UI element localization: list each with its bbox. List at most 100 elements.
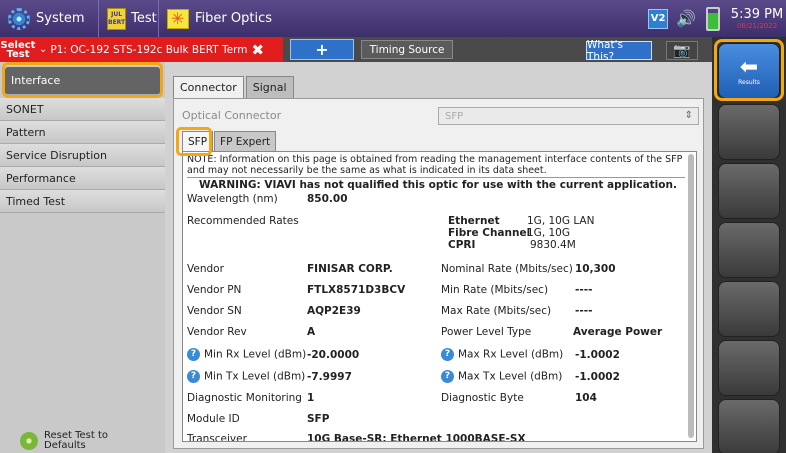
tab-connector[interactable]: Connector (173, 76, 244, 98)
wavelength-value: 850.00 (307, 193, 348, 205)
help-icon[interactable]: ? (441, 370, 454, 383)
sidebar-item-service-disruption[interactable]: Service Disruption (0, 144, 165, 167)
vendor-pn-value: FTLX8571D3BCV (307, 284, 406, 296)
bert-icon-top: JUL (111, 10, 123, 18)
min-tx-label: Min Tx Level (dBm) (204, 370, 306, 383)
module-id-value: SFP (307, 413, 330, 425)
main-panel: Connector Signal Optical Connector SFP ⇕… (165, 62, 712, 453)
fibre-channel-label: Fibre Channel (448, 227, 531, 239)
test-name: P1: OC-192 STS-192c Bulk BERT Term (50, 43, 248, 56)
optical-connector-select[interactable]: SFP ⇕ (438, 107, 699, 125)
optical-connector-row: Optical Connector SFP ⇕ (182, 107, 699, 125)
vendor-label: Vendor (187, 263, 224, 275)
fibre-channel-value: 1G, 10G (527, 227, 570, 239)
optical-connector-label: Optical Connector (182, 109, 282, 122)
min-rx-label: Min Rx Level (dBm) (204, 348, 307, 361)
sidebar-item-timed-test[interactable]: Timed Test (0, 190, 165, 213)
add-test-button[interactable]: + (290, 39, 354, 60)
clock-date: 08/21/2022 (736, 22, 778, 30)
help-icon[interactable]: ? (187, 370, 200, 383)
min-rx-row: ? Min Rx Level (dBm) (187, 348, 306, 361)
vendor-sn-value: AQP2E39 (307, 305, 361, 317)
clock-time: 5:39 PM (730, 7, 784, 22)
optical-connector-value: SFP (445, 110, 464, 122)
power-level-type-label: Power Level Type (441, 326, 532, 338)
close-test-icon[interactable]: ✖ (252, 41, 265, 59)
speaker-icon[interactable]: 🔊 (676, 9, 696, 28)
module-id-label: Module ID (187, 413, 240, 425)
warning-text: WARNING: VIAVI has not qualified this op… (199, 179, 677, 191)
sidebar-item-sonet[interactable]: SONET (0, 98, 165, 121)
max-tx-value: -1.0002 (575, 371, 620, 383)
camera-icon[interactable]: 📷 (666, 41, 698, 60)
reset-label: Reset Test to Defaults (44, 431, 108, 451)
select-test-label: Select Test (0, 40, 36, 60)
diag-byte-value: 104 (575, 392, 597, 404)
info-note: NOTE: Information on this page is obtain… (187, 154, 685, 178)
timing-source-button[interactable]: Timing Source (361, 40, 453, 59)
wavelength-label: Wavelength (nm) (187, 193, 278, 205)
connector-panel: Optical Connector SFP ⇕ SFP FP Expert NO… (173, 98, 704, 449)
chevron-down-icon: ⌄ (39, 44, 48, 55)
action-button-4[interactable] (718, 222, 780, 278)
cpri-value: 9830.4M (530, 239, 576, 251)
action-button-7[interactable] (718, 399, 780, 453)
tab-signal[interactable]: Signal (245, 76, 294, 98)
power-level-type-value: Average Power (573, 326, 663, 338)
sidebar-item-pattern[interactable]: Pattern (0, 121, 165, 144)
transceiver-value: 10G Base-SR; Ethernet 1000BASE-SX (307, 433, 526, 442)
action-button-2[interactable] (718, 104, 780, 160)
scrollbar[interactable] (688, 154, 694, 438)
max-tx-label: Max Tx Level (dBm) (458, 370, 563, 383)
diag-mon-value: 1 (307, 392, 315, 404)
max-rate-label: Max Rate (Mbits/sec) (441, 305, 552, 317)
select-test-button[interactable]: Select Test ⌄ P1: OC-192 STS-192c Bulk B… (0, 37, 283, 62)
vendor-rev-value: A (307, 326, 316, 338)
whats-this-button[interactable]: What's This? (586, 39, 652, 63)
sfp-info-box: NOTE: Information on this page is obtain… (182, 151, 697, 442)
reset-test-button[interactable]: Reset Test to Defaults (0, 429, 165, 453)
max-rx-label: Max Rx Level (dBm) (458, 348, 564, 361)
subtab-highlight (176, 127, 212, 156)
reset-icon (20, 432, 38, 450)
max-tx-row: ? Max Tx Level (dBm) (441, 370, 562, 383)
action-button-6[interactable] (718, 340, 780, 396)
max-rate-value: ---- (575, 305, 593, 317)
subtab-sfp-expert[interactable]: FP Expert (214, 131, 277, 151)
sidebar: Interface SONET Pattern Service Disrupti… (0, 62, 165, 453)
test-button[interactable]: JUL BERT Test (98, 0, 158, 37)
help-icon[interactable]: ? (441, 348, 454, 361)
results-highlight (714, 39, 784, 101)
help-icon[interactable]: ? (187, 348, 200, 361)
reset-label-line2: Defaults (44, 440, 86, 451)
select-caret-icon: ⇕ (684, 110, 693, 121)
select-label-line2: Test (6, 48, 30, 60)
max-rx-row: ? Max Rx Level (dBm) (441, 348, 563, 361)
bert-icon-bottom: BERT (108, 18, 126, 26)
fiber-optics-button[interactable]: Fiber Optics (158, 0, 308, 37)
action-button-3[interactable] (718, 163, 780, 219)
ethernet-label: Ethernet (448, 215, 500, 227)
test-bar: Select Test ⌄ P1: OC-192 STS-192c Bulk B… (0, 37, 712, 63)
nominal-rate-label: Nominal Rate (Mbits/sec) (441, 263, 573, 275)
max-rx-value: -1.0002 (575, 349, 620, 361)
vendor-sn-label: Vendor SN (187, 305, 242, 317)
v2-icon[interactable]: V2 (648, 8, 669, 29)
system-label: System (36, 11, 85, 26)
diag-byte-label: Diagnostic Byte (441, 392, 524, 404)
sidebar-item-performance[interactable]: Performance (0, 167, 165, 190)
recommended-rates-label: Recommended Rates (187, 215, 299, 227)
system-button[interactable]: System (0, 0, 98, 37)
right-action-bar: ⬅ Results (712, 37, 786, 453)
vendor-pn-label: Vendor PN (187, 284, 242, 296)
diag-mon-label: Diagnostic Monitoring (187, 392, 302, 404)
sidebar-item-interface[interactable]: Interface (5, 67, 160, 95)
system-gear-icon (8, 7, 30, 30)
test-label: Test (131, 11, 157, 26)
battery-icon (706, 6, 720, 31)
action-button-5[interactable] (718, 281, 780, 337)
top-bar: System JUL BERT Test Fiber Optics V2 🔊 5… (0, 0, 786, 37)
fiber-optics-icon (167, 8, 189, 29)
bert-icon: JUL BERT (107, 7, 127, 30)
min-rate-value: ---- (575, 284, 593, 296)
